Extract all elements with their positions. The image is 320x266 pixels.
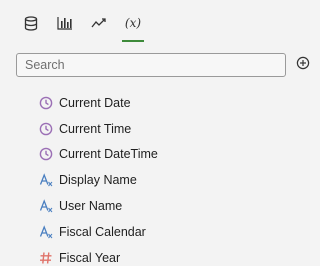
clock-icon (38, 147, 53, 162)
database-icon (24, 15, 38, 31)
add-circle-icon (296, 56, 310, 70)
tab-data[interactable] (14, 10, 48, 36)
bar-chart-icon (57, 17, 72, 30)
list-item-label: Display Name (59, 173, 137, 188)
list-item-label: Current DateTime (59, 147, 158, 162)
text-attribute-icon (38, 224, 53, 239)
variable-list: Current Date Current Time Current DateTi… (38, 90, 158, 266)
add-variable-button[interactable] (296, 56, 310, 72)
function-icon: (x) (124, 16, 142, 30)
trend-line-icon (91, 18, 106, 28)
tab-visualizations[interactable] (48, 10, 82, 36)
clock-icon (38, 121, 53, 136)
list-item[interactable]: Current Date (38, 90, 158, 116)
text-attribute-icon (38, 199, 53, 214)
text-attribute-icon (38, 173, 53, 188)
list-item-label: Current Time (59, 121, 132, 136)
panel-tab-strip: (x) (14, 6, 150, 42)
tab-analytics[interactable] (82, 10, 116, 36)
list-item[interactable]: Fiscal Calendar (38, 219, 158, 245)
list-item-label: Fiscal Calendar (59, 224, 146, 239)
list-item[interactable]: User Name (38, 193, 158, 219)
list-item[interactable]: Display Name (38, 167, 158, 193)
variables-panel: (x) Current Date (0, 0, 310, 266)
list-item[interactable]: Fiscal Year (38, 245, 158, 266)
list-item-label: User Name (59, 199, 123, 214)
list-item-label: Fiscal Year (59, 250, 121, 265)
search-input[interactable] (16, 53, 286, 77)
list-item[interactable]: Current Time (38, 116, 158, 142)
list-item-label: Current Date (59, 95, 131, 110)
number-attribute-icon (38, 250, 53, 265)
clock-icon (38, 95, 53, 110)
tab-variables[interactable]: (x) (116, 10, 150, 42)
list-item[interactable]: Current DateTime (38, 142, 158, 168)
